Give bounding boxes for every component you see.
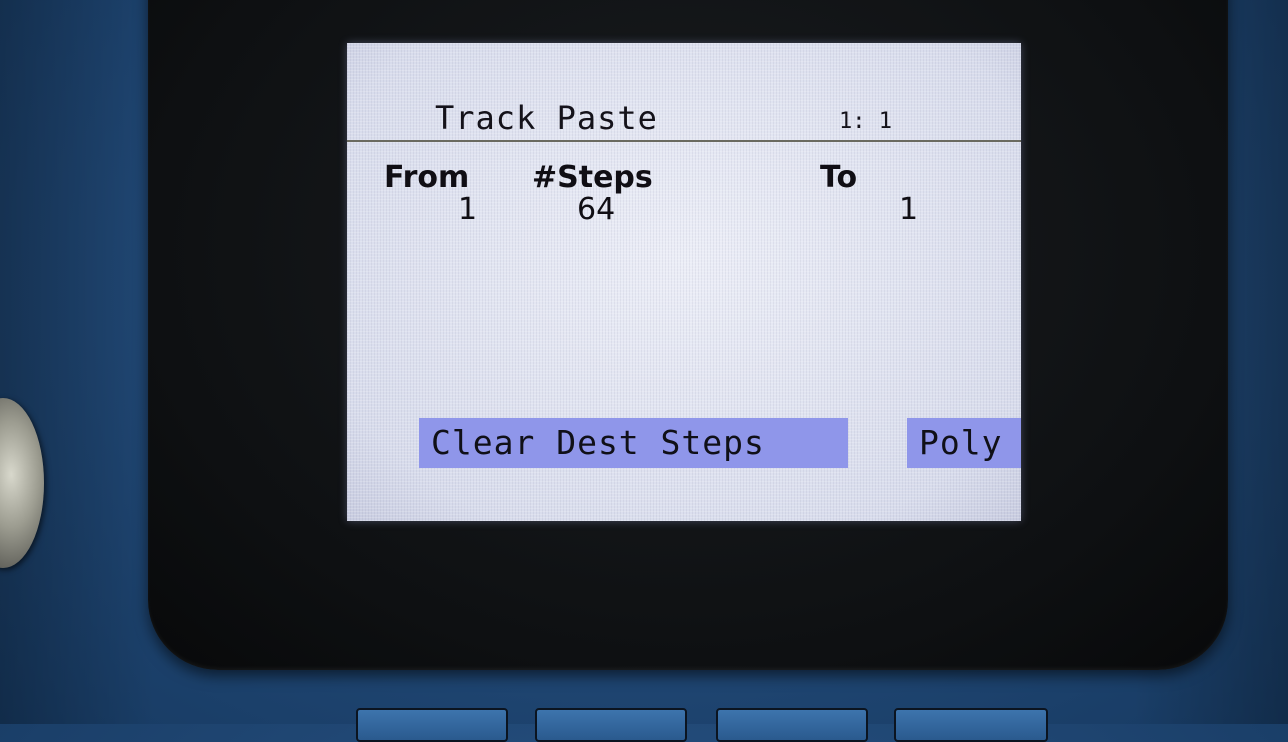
steps-label: #Steps: [532, 160, 653, 195]
hardware-button-3[interactable]: [716, 708, 868, 742]
to-label: To: [820, 160, 858, 195]
steps-value[interactable]: 64: [577, 195, 615, 225]
poly-button[interactable]: Poly: [907, 418, 1021, 468]
to-value[interactable]: 1: [899, 195, 918, 225]
page-title: Track Paste: [435, 99, 658, 137]
from-label: From: [384, 160, 470, 195]
position-indicator: 1: 1: [839, 109, 892, 134]
lcd-screen: Track Paste 1: 1 From 1 #Steps 64 To 1 C…: [347, 43, 1021, 521]
title-bar: Track Paste 1: 1: [347, 43, 1021, 142]
clear-dest-steps-button[interactable]: Clear Dest Steps: [419, 418, 848, 468]
hardware-button-2[interactable]: [535, 708, 687, 742]
from-value[interactable]: 1: [458, 195, 477, 225]
hardware-button-4[interactable]: [894, 708, 1048, 742]
hardware-button-1[interactable]: [356, 708, 508, 742]
